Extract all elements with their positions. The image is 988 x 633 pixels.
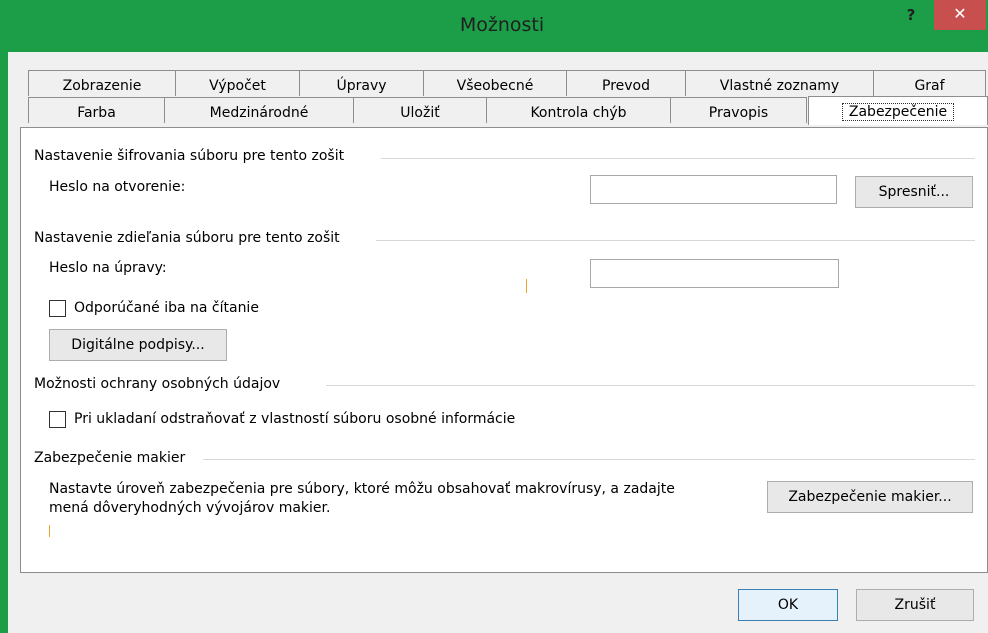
macro-description-line1: Nastavte úroveň zabezpečenia pre súbory,… <box>49 481 675 497</box>
open-password-label-text: Heslo na otvorenie: <box>49 179 186 195</box>
text-cursor <box>526 279 527 293</box>
macro-security-button[interactable]: Zabezpečenie makier... <box>767 481 973 513</box>
tab-kontrola-chyb[interactable]: Kontrola chýb <box>486 97 671 123</box>
digital-signatures-button[interactable]: Digitálne podpisy... <box>49 329 227 361</box>
readonly-recommended-label[interactable]: Odporúčané iba na čítanie <box>74 300 259 316</box>
tab-vypocet[interactable]: Výpočet <box>175 70 300 96</box>
privacy-section-rule <box>326 385 975 386</box>
close-button[interactable]: ✕ <box>934 0 986 30</box>
security-panel: Nastavenie šifrovania súboru pre tento z… <box>20 127 988 573</box>
open-password-input[interactable] <box>590 175 837 204</box>
tab-vseobecne[interactable]: Všeobecné <box>423 70 567 96</box>
macro-section-heading: Zabezpečenie makier <box>34 450 186 466</box>
ok-button[interactable]: OK <box>738 589 838 621</box>
cancel-button[interactable]: Zrušiť <box>856 589 974 621</box>
tab-vlastne-zoznamy[interactable]: Vlastné zoznamy <box>685 70 874 96</box>
text-cursor-2 <box>49 525 50 537</box>
close-icon: ✕ <box>953 4 967 23</box>
tab-prevod[interactable]: Prevod <box>566 70 686 96</box>
macro-description-line2: mená dôveryhodných vývojárov makier. <box>49 500 331 516</box>
remove-personal-info-checkbox[interactable] <box>49 411 66 428</box>
tab-ulozit[interactable]: Uložiť <box>353 97 487 123</box>
readonly-recommended-checkbox[interactable] <box>49 300 66 317</box>
sharing-section-rule <box>376 240 975 241</box>
tab-farba[interactable]: Farba <box>28 97 165 123</box>
tab-medzinarodne[interactable]: Medzinárodné <box>164 97 354 123</box>
tab-zobrazenie[interactable]: Zobrazenie <box>28 70 176 96</box>
macro-section-rule <box>203 459 975 460</box>
open-password-label: Heslo na otvorenie: <box>49 179 186 195</box>
help-button[interactable]: ? <box>896 6 926 28</box>
sharing-section-heading: Nastavenie zdieľania súboru pre tento zo… <box>34 230 340 246</box>
encryption-section-rule <box>381 158 975 159</box>
privacy-section-heading: Možnosti ochrany osobných údajov <box>34 376 281 392</box>
tab-graf[interactable]: Graf <box>873 70 986 96</box>
advanced-button[interactable]: Spresniť... <box>855 176 973 208</box>
tab-pravopis[interactable]: Pravopis <box>670 97 807 123</box>
encryption-section-heading: Nastavenie šifrovania súboru pre tento z… <box>34 148 345 164</box>
modify-password-input[interactable] <box>590 259 839 288</box>
tab-upravy[interactable]: Úpravy <box>299 70 424 96</box>
modify-password-label: Heslo na úpravy: <box>49 260 167 276</box>
remove-personal-info-label[interactable]: Pri ukladaní odstraňovať z vlastností sú… <box>74 411 515 427</box>
dialog-title: Možnosti <box>459 14 545 36</box>
tab-zabezpecenie[interactable]: Zabezpečenie <box>808 96 988 125</box>
title-bar[interactable]: Možnosti ? ✕ <box>8 0 988 52</box>
